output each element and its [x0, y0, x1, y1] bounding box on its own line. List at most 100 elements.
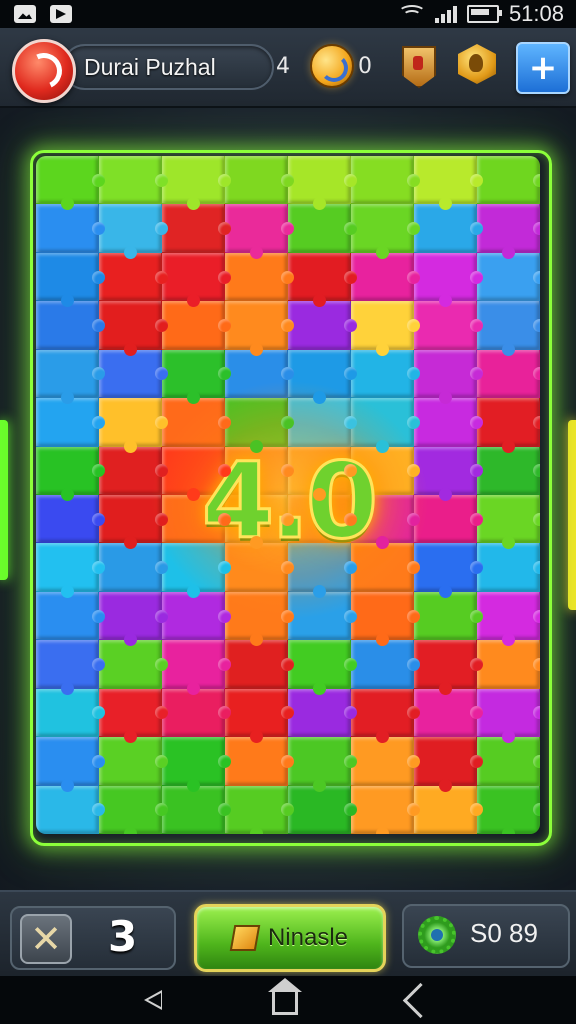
puzzle-piece[interactable]: [225, 688, 294, 744]
puzzle-piece[interactable]: [225, 204, 294, 260]
puzzle-piece[interactable]: [477, 591, 540, 647]
system-nav-bar: [0, 976, 576, 1024]
puzzle-piece[interactable]: [288, 204, 357, 253]
puzzle-piece[interactable]: [351, 640, 420, 689]
puzzle-piece[interactable]: [36, 737, 105, 793]
puzzle-piece[interactable]: [36, 156, 105, 211]
puzzle-piece[interactable]: [162, 737, 231, 793]
puzzle-piece[interactable]: [288, 252, 357, 308]
lives-panel: ✕ 3: [10, 906, 176, 970]
puzzle-piece[interactable]: [225, 737, 294, 786]
puzzle-piece[interactable]: [36, 785, 105, 834]
puzzle-piece[interactable]: [225, 156, 294, 205]
puzzle-piece[interactable]: [414, 688, 483, 738]
puzzle-piece[interactable]: [99, 156, 168, 205]
puzzle-piece[interactable]: [162, 785, 231, 834]
puzzle-piece[interactable]: [477, 349, 540, 399]
game-logo-icon[interactable]: [12, 39, 76, 103]
gear-icon: [418, 916, 456, 954]
puzzle-piece[interactable]: [36, 591, 105, 641]
puzzle-piece[interactable]: [36, 204, 105, 253]
puzzle-piece[interactable]: [99, 301, 168, 357]
puzzle-piece[interactable]: [225, 591, 294, 647]
puzzle-piece[interactable]: [477, 204, 540, 260]
puzzle-piece[interactable]: [414, 252, 483, 308]
puzzle-piece[interactable]: [414, 204, 483, 253]
puzzle-piece[interactable]: [225, 349, 294, 399]
puzzle-piece[interactable]: [36, 640, 105, 696]
puzzle-piece[interactable]: [162, 688, 231, 738]
recents-icon[interactable]: [402, 982, 438, 1018]
puzzle-piece[interactable]: [288, 737, 357, 793]
puzzle-piece[interactable]: [99, 785, 168, 834]
puzzle-piece[interactable]: [414, 349, 483, 405]
puzzle-piece[interactable]: [414, 640, 483, 696]
puzzle-piece[interactable]: [36, 252, 105, 308]
puzzle-piece[interactable]: [162, 252, 231, 308]
puzzle-piece[interactable]: [477, 688, 540, 744]
puzzle-piece[interactable]: [477, 785, 540, 834]
add-button[interactable]: +: [516, 42, 570, 94]
puzzle-piece[interactable]: [162, 640, 231, 696]
puzzle-piece[interactable]: [36, 349, 105, 405]
puzzle-piece[interactable]: [414, 785, 483, 834]
wifi-icon: [397, 5, 426, 23]
score-value: S0 89: [470, 918, 538, 948]
puzzle-piece[interactable]: [225, 301, 294, 357]
home-icon[interactable]: [267, 977, 302, 1015]
puzzle-piece[interactable]: [351, 349, 420, 399]
puzzle-piece[interactable]: [162, 349, 231, 405]
puzzle-piece[interactable]: [99, 252, 168, 302]
puzzle-piece[interactable]: [288, 591, 357, 641]
main-action-button[interactable]: Ninasle: [194, 904, 386, 972]
game-title-pill: Durai Puzhal: [62, 44, 274, 90]
puzzle-piece[interactable]: [351, 785, 420, 834]
puzzle-piece[interactable]: [351, 156, 420, 205]
puzzle-piece[interactable]: [288, 785, 357, 834]
puzzle-piece[interactable]: [414, 737, 483, 793]
puzzle-piece[interactable]: [414, 156, 483, 211]
puzzle-piece[interactable]: [288, 349, 357, 405]
puzzle-piece[interactable]: [477, 156, 540, 205]
puzzle-piece[interactable]: [99, 204, 168, 260]
status-bar: 51:08: [0, 0, 576, 28]
puzzle-piece[interactable]: [36, 688, 105, 738]
puzzle-piece[interactable]: [477, 737, 540, 786]
puzzle-piece[interactable]: [162, 591, 231, 641]
close-icon[interactable]: ✕: [20, 914, 72, 964]
puzzle-piece[interactable]: [162, 156, 231, 211]
puzzle-piece[interactable]: [351, 591, 420, 647]
puzzle-piece[interactable]: [225, 252, 294, 302]
score-panel[interactable]: S0 89: [402, 904, 570, 968]
puzzle-piece[interactable]: [162, 301, 231, 350]
puzzle-piece[interactable]: [288, 156, 357, 211]
gallery-notification-icon: [14, 5, 36, 23]
puzzle-piece[interactable]: [288, 301, 357, 350]
puzzle-piece[interactable]: [477, 640, 540, 689]
puzzle-piece[interactable]: [36, 301, 105, 350]
puzzle-piece[interactable]: [351, 737, 420, 786]
puzzle-piece[interactable]: [99, 688, 168, 744]
puzzle-piece[interactable]: [99, 349, 168, 399]
puzzle-piece[interactable]: [225, 640, 294, 689]
center-score: 4.0: [200, 439, 379, 564]
level-counter: 4: [276, 54, 290, 79]
puzzle-piece[interactable]: [99, 591, 168, 647]
puzzle-piece[interactable]: [288, 688, 357, 738]
puzzle-piece[interactable]: [351, 204, 420, 260]
puzzle-piece[interactable]: [288, 640, 357, 696]
back-icon[interactable]: [143, 990, 162, 1010]
puzzle-piece[interactable]: [162, 204, 231, 253]
game-title: Durai Puzhal: [84, 53, 216, 80]
puzzle-piece[interactable]: [99, 737, 168, 786]
status-clock: 51:08: [508, 1, 564, 26]
puzzle-piece[interactable]: [477, 301, 540, 357]
puzzle-piece[interactable]: [99, 640, 168, 689]
puzzle-piece[interactable]: [351, 301, 420, 357]
puzzle-piece[interactable]: [414, 301, 483, 350]
puzzle-piece[interactable]: [351, 252, 420, 302]
puzzle-piece[interactable]: [477, 252, 540, 302]
puzzle-piece[interactable]: [225, 785, 294, 834]
puzzle-piece[interactable]: [351, 688, 420, 744]
puzzle-piece[interactable]: [414, 591, 483, 641]
